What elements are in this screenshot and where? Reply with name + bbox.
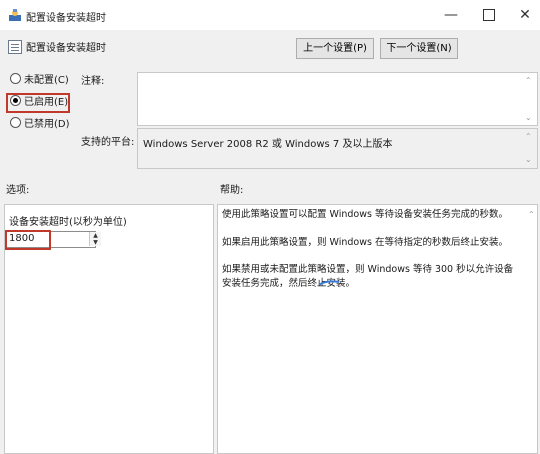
highlight-box-enabled: [6, 93, 70, 113]
next-setting-button[interactable]: 下一个设置(N): [380, 38, 458, 59]
scroll-up-icon[interactable]: ⌃: [528, 210, 535, 219]
scroll-down-icon[interactable]: ⌄: [525, 155, 532, 164]
scroll-up-icon[interactable]: ⌃: [525, 76, 532, 85]
close-button[interactable]: ✕: [502, 0, 540, 30]
cursor-stroke-icon: [318, 280, 340, 286]
setting-title: 配置设备安装超时: [26, 43, 106, 54]
spin-up-icon[interactable]: ▲: [90, 232, 101, 239]
radio-label: 已禁用(D): [24, 119, 70, 130]
scroll-down-icon[interactable]: ⌄: [525, 113, 532, 122]
window-title: 配置设备安装超时: [26, 13, 106, 24]
comment-textarea[interactable]: [137, 72, 538, 126]
platform-value: Windows Server 2008 R2 或 Windows 7 及以上版本: [143, 139, 393, 150]
timeout-label: 设备安装超时(以秒为单位): [9, 217, 127, 228]
radio-circle[interactable]: [10, 73, 21, 84]
maximize-icon: [483, 9, 495, 21]
policy-icon: [9, 9, 21, 21]
help-paragraph: 如果禁用或未配置此策略设置，则 Windows 等待 300 秒以允许设备安装任…: [222, 264, 514, 289]
highlight-box-timeout: [5, 230, 51, 250]
scroll-up-icon[interactable]: ⌃: [525, 132, 532, 141]
help-paragraph: 使用此策略设置可以配置 Windows 等待设备安装任务完成的秒数。: [222, 209, 508, 220]
spin-down-icon[interactable]: ▼: [90, 239, 101, 246]
platform-label: 支持的平台:: [81, 137, 135, 148]
options-label: 选项:: [6, 185, 30, 196]
radio-circle[interactable]: [10, 117, 21, 128]
previous-setting-button[interactable]: 上一个设置(P): [296, 38, 374, 59]
help-paragraph: 如果启用此策略设置，则 Windows 在等待指定的秒数后终止安装。: [222, 237, 508, 248]
spin-buttons[interactable]: ▲ ▼: [89, 232, 101, 246]
radio-label: 未配置(C): [24, 75, 69, 86]
close-icon: ✕: [519, 7, 531, 23]
minimize-icon: —: [444, 7, 458, 23]
comment-label: 注释:: [81, 76, 105, 87]
radio-not-configured[interactable]: 未配置(C): [10, 73, 69, 87]
radio-disabled[interactable]: 已禁用(D): [10, 117, 70, 131]
help-label: 帮助:: [220, 185, 244, 196]
setting-icon: [8, 40, 22, 54]
